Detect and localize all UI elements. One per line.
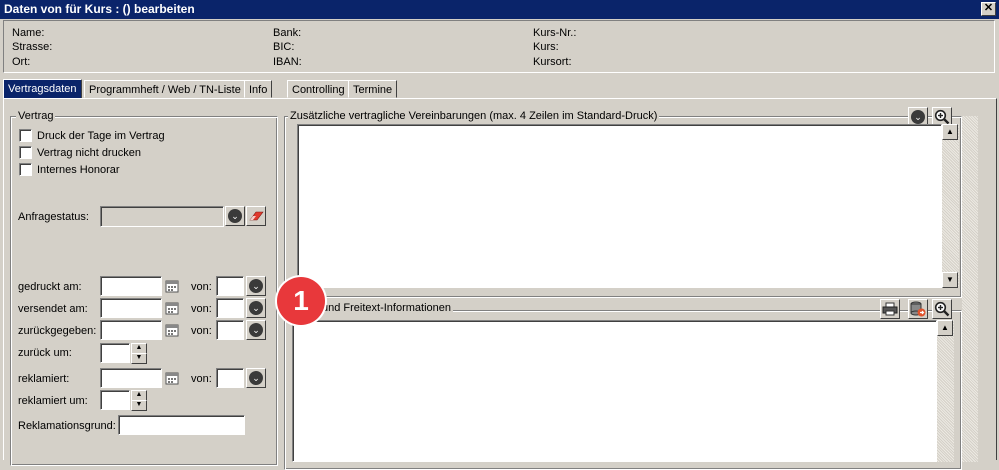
druck-tage-checkbox[interactable]	[19, 129, 32, 142]
reklamiert-von-input[interactable]	[216, 368, 244, 388]
gedruckt-von-dropdown-button[interactable]: ⌄	[246, 276, 266, 296]
calendar-icon	[165, 372, 179, 385]
calendar-icon	[165, 280, 179, 293]
internes-honorar-label: Internes Honorar	[37, 164, 120, 176]
anfragestatus-label: Anfragestatus:	[18, 211, 89, 223]
zurueckgegeben-date-input[interactable]	[100, 320, 162, 340]
info-panel	[3, 20, 995, 73]
info-ort-label: Ort:	[12, 56, 31, 68]
anfragestatus-clear-button[interactable]	[246, 206, 266, 226]
versendet-von-input[interactable]	[216, 298, 244, 318]
freitext-database-button[interactable]	[908, 299, 928, 319]
gedruckt-von-label: von:	[191, 281, 212, 293]
window-title: Daten von für Kurs : () bearbeiten	[4, 2, 195, 16]
reklamationsgrund-label: Reklamationsgrund:	[18, 420, 116, 432]
gedruckt-label: gedruckt am:	[18, 281, 82, 293]
chevron-down-icon: ⌄	[249, 279, 263, 293]
scroll-down-button[interactable]: ▼	[942, 272, 958, 288]
tab-vertragsdaten[interactable]: Vertragsdaten	[3, 79, 82, 99]
versendet-calendar-button[interactable]	[164, 298, 180, 318]
druck-tage-label: Druck der Tage im Vertrag	[37, 130, 165, 142]
chevron-down-icon: ⌄	[249, 371, 263, 385]
info-name-label: Name:	[12, 27, 45, 39]
chevron-down-icon: ⌄	[911, 110, 925, 124]
zurueck-um-input[interactable]	[100, 343, 130, 363]
freitext-print-button[interactable]	[880, 299, 900, 319]
zoom-in-icon	[934, 109, 950, 125]
info-strasse-label: Strasse:	[12, 41, 53, 53]
window-titlebar: Daten von für Kurs : () bearbeiten	[0, 0, 999, 19]
vertrag-nicht-drucken-checkbox[interactable]	[19, 146, 32, 159]
scroll-up-button[interactable]: ▲	[942, 124, 958, 140]
printer-icon	[882, 302, 898, 316]
zusatz-textarea[interactable]	[297, 124, 942, 288]
reklamiert-von-label: von:	[191, 373, 212, 385]
anfragestatus-dropdown-button[interactable]: ⌄	[225, 206, 245, 226]
annotation-badge: 1	[277, 277, 325, 325]
calendar-icon	[165, 324, 179, 337]
tab-info[interactable]: Info	[244, 80, 273, 98]
zurueckgegeben-von-input[interactable]	[216, 320, 244, 340]
internes-honorar-checkbox[interactable]	[19, 163, 32, 176]
gedruckt-date-input[interactable]	[100, 276, 162, 296]
reklamiert-von-dropdown-button[interactable]: ⌄	[246, 368, 266, 388]
reklamiert-um-spin-down[interactable]: ▼	[131, 400, 147, 411]
zusatz-scrollbar[interactable]: ▲ ▼	[942, 124, 959, 288]
anfragestatus-field	[100, 206, 224, 227]
info-iban-label: IBAN:	[273, 56, 302, 68]
vertrag-nicht-drucken-label: Vertrag nicht drucken	[37, 147, 141, 159]
info-bank-label: Bank:	[273, 27, 302, 39]
info-kurs-label: Kurs:	[533, 41, 559, 53]
zurueckgegeben-von-dropdown-button[interactable]: ⌄	[246, 320, 266, 340]
zurueckgegeben-label: zurückgegeben:	[18, 325, 97, 337]
close-button[interactable]: ✕	[981, 2, 996, 16]
versendet-label: versendet am:	[18, 303, 88, 315]
zurueckgegeben-calendar-button[interactable]	[164, 320, 180, 340]
zurueck-um-spin-down[interactable]: ▼	[131, 353, 147, 364]
versendet-date-input[interactable]	[100, 298, 162, 318]
reklamiert-date-input[interactable]	[100, 368, 162, 388]
gedruckt-calendar-button[interactable]	[164, 276, 180, 296]
freitext-zoom-button[interactable]	[932, 299, 952, 319]
vertrag-group-title: Vertrag	[16, 110, 56, 122]
freitext-scrollbar[interactable]: ▲	[937, 320, 954, 462]
outer-scrollbar[interactable]	[962, 116, 978, 462]
reklamiert-label: reklamiert:	[18, 373, 70, 385]
freitext-group-title: und Freitext-Informationen	[320, 302, 454, 314]
info-kursort-label: Kursort:	[533, 56, 572, 68]
tab-controlling[interactable]: Controlling	[287, 80, 350, 98]
gedruckt-von-input[interactable]	[216, 276, 244, 296]
reklamiert-um-label: reklamiert um:	[18, 395, 88, 407]
tab-termine[interactable]: Termine	[348, 80, 398, 98]
versendet-von-label: von:	[191, 303, 212, 315]
chevron-down-icon: ⌄	[249, 301, 263, 315]
zoom-in-icon	[934, 301, 950, 317]
tab-programmheft[interactable]: Programmheft / Web / TN-Liste	[84, 80, 246, 98]
database-import-icon	[910, 301, 926, 317]
zurueck-um-label: zurück um:	[18, 347, 72, 359]
reklamiert-um-input[interactable]	[100, 390, 130, 410]
versendet-von-dropdown-button[interactable]: ⌄	[246, 298, 266, 318]
scroll-up-button[interactable]: ▲	[937, 320, 953, 336]
reklamiert-calendar-button[interactable]	[164, 368, 180, 388]
freitext-textarea[interactable]	[292, 320, 937, 462]
calendar-icon	[165, 302, 179, 315]
chevron-down-icon: ⌄	[249, 323, 263, 337]
eraser-icon	[249, 211, 264, 221]
reklamationsgrund-input[interactable]	[118, 415, 245, 435]
chevron-down-icon: ⌄	[228, 209, 242, 223]
info-kursnr-label: Kurs-Nr.:	[533, 27, 577, 39]
zusatz-group-title: Zusätzliche vertragliche Vereinbarungen …	[288, 110, 660, 122]
info-bic-label: BIC:	[273, 41, 295, 53]
zurueckgegeben-von-label: von:	[191, 325, 212, 337]
